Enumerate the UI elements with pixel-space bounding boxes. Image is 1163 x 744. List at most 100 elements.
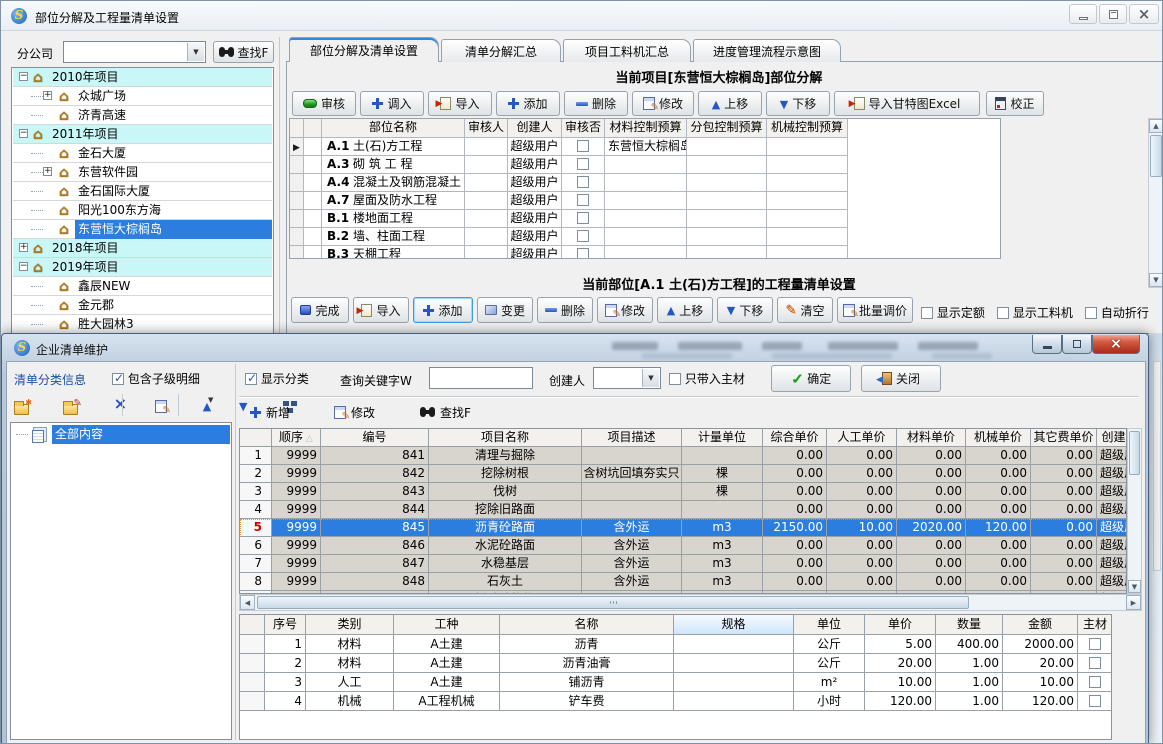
cell-labor[interactable]: 0.00 [827, 501, 897, 519]
detail-row[interactable]: 2材料A土建沥青油膏公斤20.001.0020.00 [240, 654, 1112, 673]
scroll-up-icon[interactable] [1149, 119, 1163, 133]
cell-desc[interactable] [582, 483, 682, 501]
list-row[interactable]: 49999844挖除旧路面0.000.000.000.000.00超级用户 [240, 501, 1127, 519]
move-up-item-button[interactable]: 上移 [657, 297, 713, 323]
cell-labor[interactable]: 0.00 [827, 555, 897, 573]
header-main-material[interactable]: 主材 [1078, 615, 1112, 635]
cell-machine-budget[interactable] [767, 192, 848, 210]
cell-desc[interactable]: 含树坑回填夯实只 [582, 465, 682, 483]
cell-seq[interactable]: 1 [265, 635, 306, 654]
header-machine-price[interactable]: 机械单价 [966, 429, 1031, 447]
header-composite-price[interactable]: 综合单价 [763, 429, 827, 447]
cell-creator[interactable]: 超级用户 [508, 228, 562, 246]
header-part-name[interactable]: 部位名称 [322, 119, 465, 138]
list-vscrollbar[interactable] [1127, 428, 1142, 594]
list-row[interactable]: 79999847水稳基层含外运m30.000.000.000.000.00超级用… [240, 555, 1127, 573]
cell-price[interactable]: 120.00 [865, 692, 936, 711]
cell-audit-flag[interactable] [562, 210, 605, 228]
parts-row[interactable]: B.1楼地面工程超级用户 [290, 210, 848, 228]
cell-machine-budget[interactable] [767, 228, 848, 246]
tree-item-label[interactable]: 2011年项目 [49, 125, 122, 144]
cell-creator[interactable]: 超级用户 [1097, 501, 1127, 519]
cell-machine[interactable]: 0.00 [966, 483, 1031, 501]
cell-code[interactable]: 843 [321, 483, 429, 501]
minimize-button[interactable] [1069, 4, 1097, 24]
cell-order[interactable]: 9999 [272, 519, 321, 537]
cell-material-budget[interactable]: 东营恒大棕榈岛 [605, 138, 687, 156]
maximize-button[interactable] [1099, 4, 1127, 24]
checkbox[interactable] [921, 307, 933, 319]
cell-creator[interactable]: 超级用户 [508, 192, 562, 210]
cell-unit[interactable]: 公斤 [794, 654, 865, 673]
parts-row[interactable]: A.3砌 筑 工 程超级用户 [290, 156, 848, 174]
tree-item-label[interactable]: 东营恒大棕榈岛 [75, 220, 272, 239]
header-trade[interactable]: 工种 [394, 615, 500, 635]
cell-subcontract-budget[interactable] [687, 192, 767, 210]
row-number[interactable]: 4 [240, 501, 272, 519]
cell-unit[interactable]: 小时 [794, 692, 865, 711]
cell-material[interactable]: 0.00 [897, 555, 966, 573]
cell-main-material[interactable] [1078, 635, 1112, 654]
cell-seq[interactable]: 3 [265, 673, 306, 692]
creator-combobox[interactable] [593, 367, 661, 389]
cell-material-budget[interactable] [605, 246, 687, 259]
cell-machine-budget[interactable] [767, 138, 848, 156]
cell-material[interactable]: 0.00 [897, 501, 966, 519]
cell-spec[interactable] [674, 673, 794, 692]
cell-creator[interactable]: 超级用户 [1097, 465, 1127, 483]
expand-icon[interactable] [43, 167, 52, 176]
row-selector[interactable] [240, 654, 265, 673]
chevron-down-icon[interactable] [642, 369, 659, 387]
cell-creator[interactable]: 超级用户 [508, 156, 562, 174]
show-quota-checkbox[interactable]: 显示定额 [921, 304, 985, 321]
checkbox[interactable] [1089, 657, 1101, 669]
import-button[interactable]: 导入 [428, 91, 492, 116]
ok-button[interactable]: 确定 [771, 365, 851, 392]
cell-other[interactable]: 0.00 [1031, 573, 1097, 591]
cell-other[interactable]: 0.00 [1031, 519, 1097, 537]
cell-creator[interactable]: 超级用户 [1097, 447, 1127, 465]
cell-material[interactable]: 2020.00 [897, 519, 966, 537]
branch-combobox[interactable] [63, 41, 206, 63]
cell-machine-budget[interactable] [767, 246, 848, 259]
header-unit[interactable]: 计量单位 [682, 429, 763, 447]
move-up-button[interactable]: 上移 [698, 91, 762, 116]
cell-material-budget[interactable] [605, 156, 687, 174]
add-button[interactable]: 添加 [496, 91, 560, 116]
cell-desc[interactable] [582, 447, 682, 465]
checkbox[interactable] [577, 194, 589, 206]
change-button[interactable]: 变更 [477, 297, 533, 323]
collapse-icon[interactable] [19, 72, 28, 81]
cell-unit[interactable]: 棵 [682, 483, 763, 501]
tree-item-label[interactable]: 胜大园林3 [75, 315, 137, 334]
cell-auditor[interactable] [465, 174, 508, 192]
scrollbar-thumb[interactable] [1129, 431, 1140, 475]
cell-subcontract-budget[interactable] [687, 138, 767, 156]
checkbox[interactable] [1089, 695, 1101, 707]
cell-spec[interactable] [674, 654, 794, 673]
cell-price[interactable]: 10.00 [865, 673, 936, 692]
find-button[interactable]: 查找F [213, 41, 274, 63]
tree-item-2019[interactable]: 2019年项目 [13, 258, 272, 277]
new-folder-icon[interactable] [14, 404, 29, 415]
header-price[interactable]: 单价 [865, 615, 936, 635]
cell-order[interactable]: 9999 [272, 465, 321, 483]
tree-item[interactable]: 阳光100东方海 [13, 201, 272, 220]
scroll-right-icon[interactable] [1126, 595, 1141, 610]
scrollbar-thumb[interactable] [1150, 135, 1162, 177]
tree-item-label[interactable]: 鑫辰NEW [75, 277, 133, 296]
cell-unit[interactable]: 棵 [682, 465, 763, 483]
cell-code[interactable]: 845 [321, 519, 429, 537]
tab-progress-flow[interactable]: 进度管理流程示意图 [693, 39, 841, 62]
header-order[interactable]: 顺序 [272, 429, 321, 447]
cell-creator[interactable]: 超级用户 [508, 246, 562, 259]
header-audit-flag[interactable]: 审核否 [562, 119, 605, 138]
cell-desc[interactable] [582, 501, 682, 519]
cell-trade[interactable]: A土建 [394, 654, 500, 673]
cell-unit[interactable] [682, 447, 763, 465]
cell-desc[interactable]: 含外运 [582, 519, 682, 537]
cell-spec[interactable] [674, 692, 794, 711]
cell-main-material[interactable] [1078, 692, 1112, 711]
new-button[interactable]: 新增 [250, 400, 290, 424]
cell-machine-budget[interactable] [767, 174, 848, 192]
